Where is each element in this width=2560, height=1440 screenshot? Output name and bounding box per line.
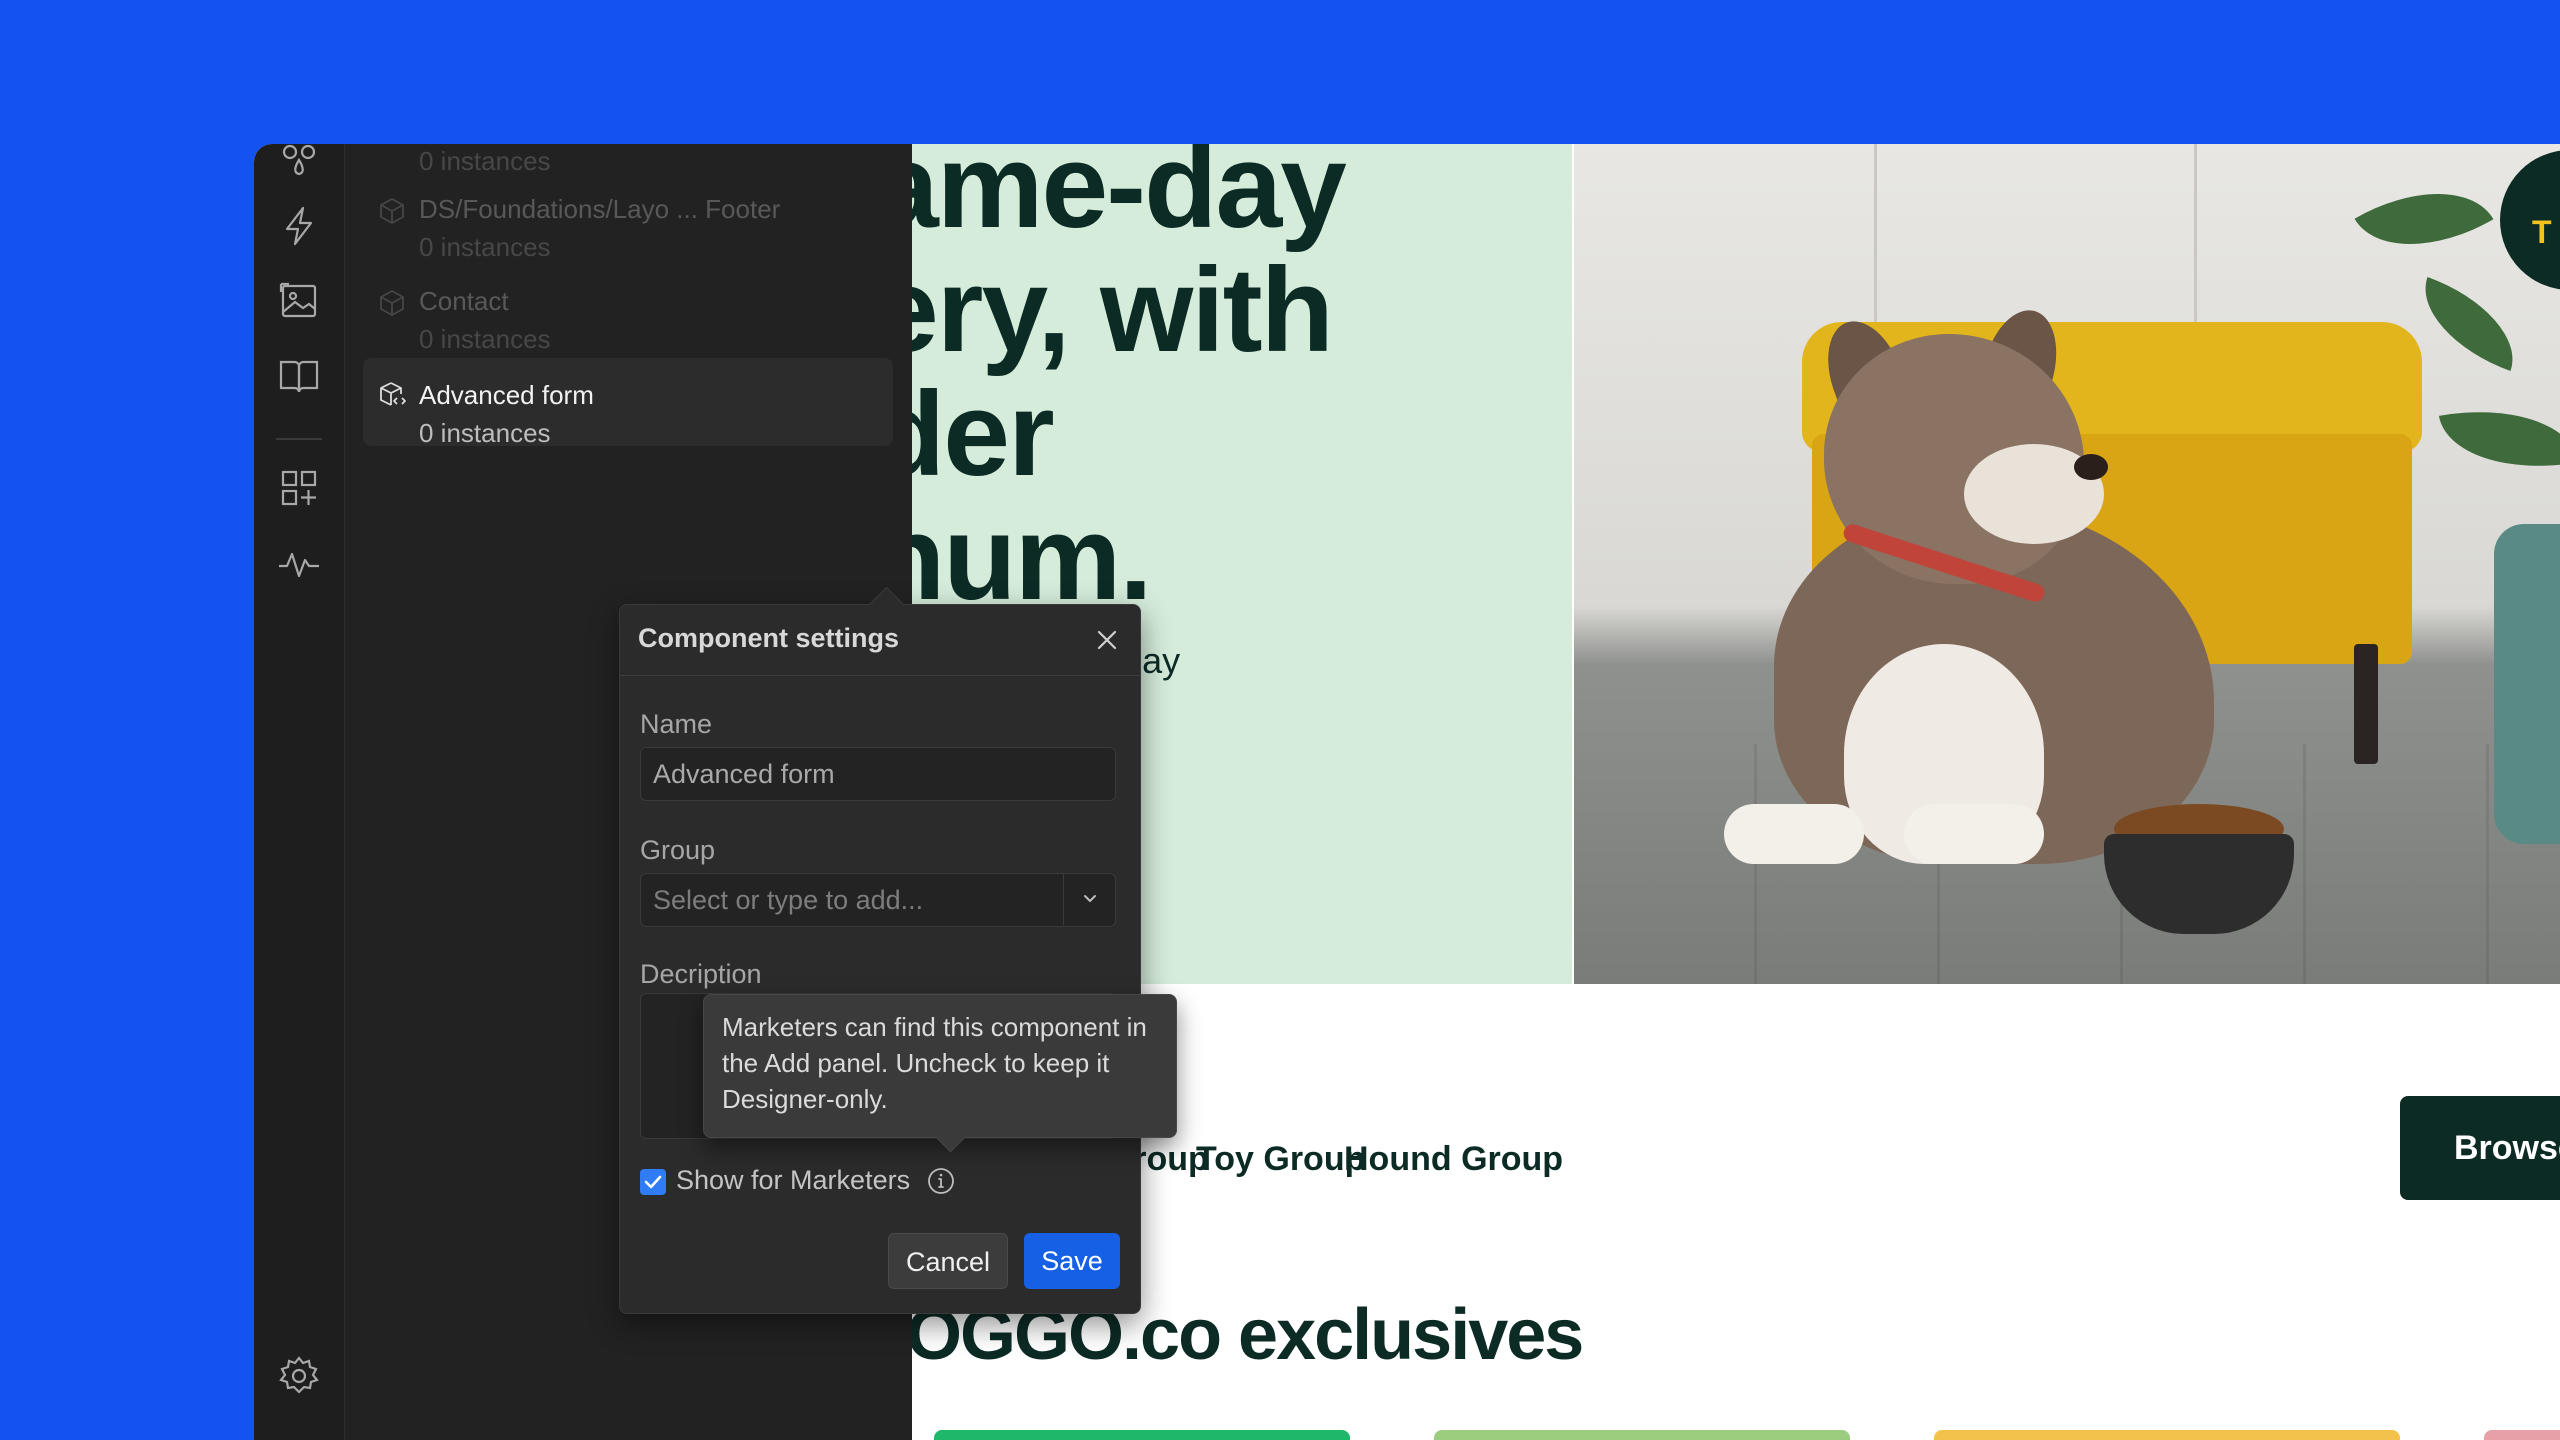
ottoman-leg — [2354, 644, 2378, 764]
plant-leaf — [2438, 393, 2560, 485]
paint-drops-icon[interactable] — [277, 144, 321, 184]
dog-nose — [2074, 454, 2108, 480]
product-card[interactable] — [2484, 1430, 2560, 1440]
product-card[interactable] — [934, 1430, 1350, 1440]
component-instance-count: 0 instances — [419, 146, 551, 176]
component-instance-count: 0 instances — [419, 232, 551, 262]
image-icon[interactable] — [277, 278, 321, 322]
show-for-marketers-checkbox[interactable] — [640, 1169, 666, 1195]
app-window: ame-day ery, with der num. get free same… — [254, 144, 2560, 1440]
show-for-marketers-label[interactable]: Show for Marketers — [676, 1165, 910, 1196]
description-label: Decription — [640, 959, 762, 989]
component-settings-popover: Component settings Name Group Decription… — [619, 604, 1141, 1314]
chevron-down-icon[interactable] — [1063, 873, 1116, 925]
designer-icon-rail — [254, 144, 345, 1440]
name-input[interactable] — [640, 747, 1116, 801]
info-icon[interactable] — [926, 1166, 956, 1196]
cancel-button[interactable]: Cancel — [888, 1233, 1008, 1289]
product-card[interactable] — [1934, 1430, 2400, 1440]
save-button[interactable]: Save — [1024, 1233, 1120, 1289]
component-name: Contact — [419, 286, 509, 316]
component-instance-count: 0 instances — [419, 418, 551, 448]
site-canvas[interactable]: ame-day ery, with der num. get free same… — [902, 144, 2560, 1440]
browse-button[interactable]: Browse — [2400, 1096, 2560, 1200]
apps-add-icon[interactable] — [277, 466, 321, 510]
component-name: Advanced form — [419, 380, 594, 410]
component-list-item[interactable]: 0 instances — [363, 144, 893, 188]
promo-badge-text: T — [2532, 214, 2552, 250]
popover-title: Component settings — [638, 623, 899, 653]
book-icon[interactable] — [277, 354, 321, 398]
group-label: Group — [640, 835, 716, 865]
settings-gear-icon[interactable] — [277, 1354, 321, 1398]
component-box-icon — [377, 288, 407, 318]
component-list-item[interactable]: DS/Foundations/Layo ... Footer 0 instanc… — [363, 186, 893, 274]
plant-pot — [2494, 524, 2560, 844]
component-code-icon — [377, 380, 407, 410]
popover-header: Component settings — [620, 605, 1140, 676]
hero-dog-photo: T — [1574, 144, 2560, 984]
component-list-item[interactable]: Contact 0 instances — [363, 278, 893, 366]
marketers-tooltip: Marketers can find this component in the… — [703, 994, 1177, 1138]
rail-divider — [276, 438, 322, 440]
product-card[interactable] — [1434, 1430, 1850, 1440]
hero-title: ame-day ery, with der num. — [912, 144, 1347, 625]
dog-paw — [1904, 804, 2044, 864]
plant-leaf — [2407, 276, 2531, 372]
group-link-hound[interactable]: Hound Group — [1344, 1104, 1563, 1214]
close-icon[interactable] — [1092, 625, 1122, 655]
component-box-icon — [377, 196, 407, 226]
group-input[interactable] — [640, 873, 1116, 927]
group-select[interactable] — [640, 873, 1116, 927]
lightning-icon[interactable] — [277, 204, 321, 248]
dog-paw — [1724, 804, 1864, 864]
component-instance-count: 0 instances — [419, 324, 551, 354]
component-name: DS/Foundations/Layo ... Footer — [419, 194, 781, 224]
plant-leaf — [2354, 158, 2494, 280]
name-label: Name — [640, 709, 713, 739]
activity-icon[interactable] — [277, 542, 321, 586]
group-link-toy[interactable]: Toy Group — [1196, 1104, 1365, 1214]
component-list-item-selected[interactable]: Advanced form 0 instances — [363, 358, 893, 448]
